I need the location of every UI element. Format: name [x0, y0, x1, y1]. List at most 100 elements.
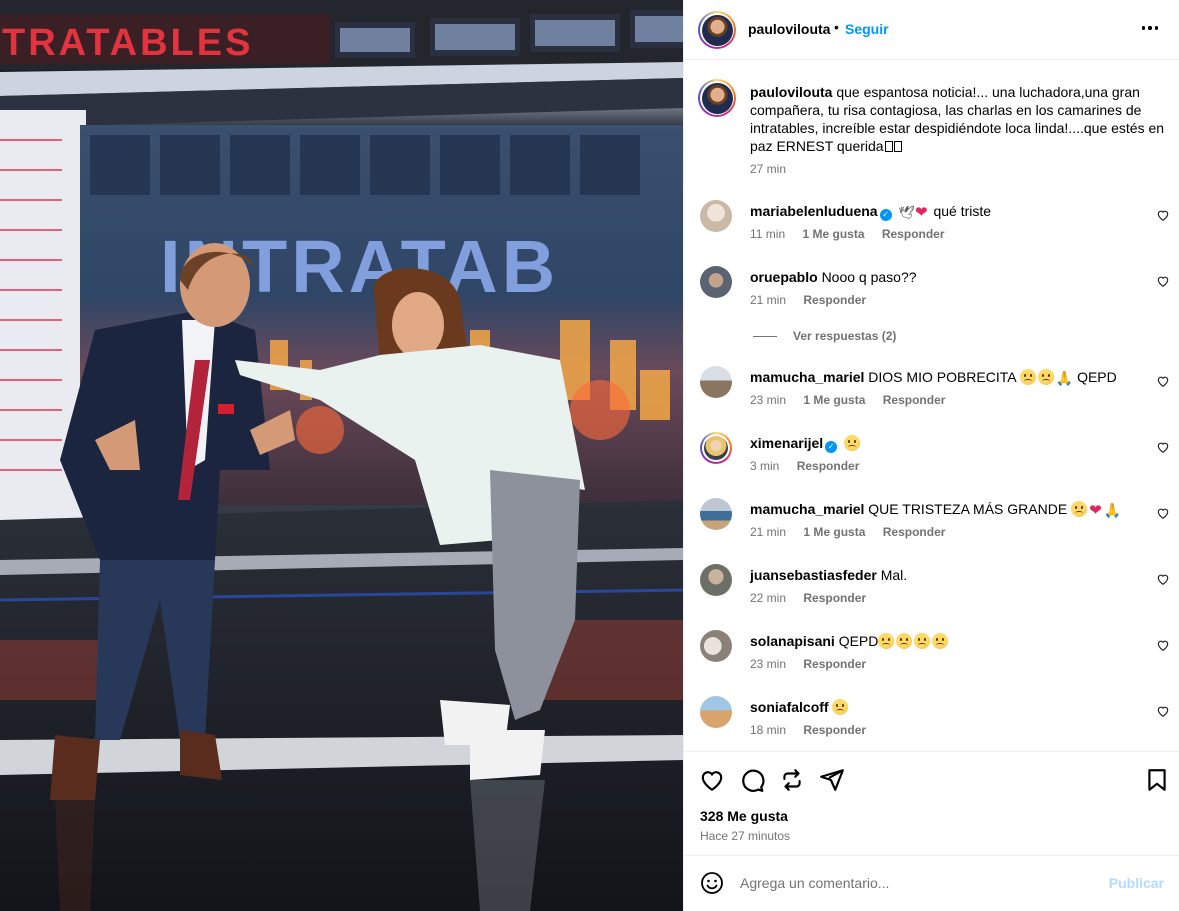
- commenter-avatar[interactable]: [700, 432, 732, 464]
- comment-icon[interactable]: [739, 767, 765, 793]
- like-comment-icon[interactable]: [1156, 440, 1170, 454]
- add-comment-bar: Publicar: [684, 855, 1179, 911]
- reply-button[interactable]: Responder: [883, 393, 946, 407]
- commenter-avatar[interactable]: [700, 564, 732, 596]
- publish-button[interactable]: Publicar: [1109, 875, 1164, 891]
- reply-button[interactable]: Responder: [803, 657, 866, 671]
- sad-emoji-icon: [878, 633, 895, 649]
- post-header: paulovilouta • Seguir: [684, 0, 1179, 60]
- verified-badge-icon: ✓: [825, 441, 838, 453]
- reply-button[interactable]: Responder: [803, 293, 866, 307]
- comment-username[interactable]: juansebastiasfeder: [750, 567, 877, 583]
- comment-line: solanapisani QEPD: [750, 632, 950, 650]
- comment-text: DIOS MIO POBRECITA: [868, 369, 1016, 385]
- caption-avatar[interactable]: [698, 79, 736, 117]
- comment-username[interactable]: oruepablo: [750, 269, 818, 285]
- comment-likes[interactable]: 1 Me gusta: [802, 227, 864, 241]
- comment-text: Mal.: [880, 567, 908, 583]
- commenter-avatar[interactable]: [700, 200, 732, 232]
- caption-username[interactable]: paulovilouta: [750, 84, 832, 100]
- comment-time: 11 min: [750, 227, 786, 241]
- add-comment-input[interactable]: [740, 870, 1100, 896]
- comment-row: soniafalcoff 18 min Responder: [700, 696, 1170, 746]
- follow-button[interactable]: Seguir: [845, 21, 889, 37]
- comment-text: Nooo q paso??: [821, 269, 917, 285]
- author-avatar[interactable]: [698, 11, 736, 49]
- comment-meta: 21 min Responder: [750, 293, 880, 307]
- dove-emoji-icon: 🕊: [898, 205, 915, 220]
- like-comment-icon[interactable]: [1156, 572, 1170, 586]
- repost-icon[interactable]: [779, 767, 805, 793]
- comment-time: 22 min: [750, 591, 787, 605]
- commenter-avatar[interactable]: [700, 366, 732, 398]
- author-username[interactable]: paulovilouta: [748, 21, 830, 37]
- view-replies-button[interactable]: Ver respuestas (2): [753, 329, 896, 343]
- like-comment-icon[interactable]: [1156, 704, 1170, 718]
- comment-text: qué triste: [933, 203, 992, 219]
- sad-emoji-icon: [896, 633, 913, 649]
- reply-button[interactable]: Responder: [803, 723, 866, 737]
- comment-line: mamucha_mariel DIOS MIO POBRECITA 🙏 QEPD: [750, 368, 1117, 387]
- commenter-avatar[interactable]: [700, 696, 732, 728]
- comment-line: oruepablo Nooo q paso??: [750, 268, 917, 286]
- comment-time: 3 min: [750, 459, 780, 473]
- share-icon[interactable]: [819, 767, 845, 793]
- reply-button[interactable]: Responder: [883, 525, 946, 539]
- comment-username[interactable]: solanapisani: [750, 633, 835, 649]
- likes-count[interactable]: 328 Me gusta: [700, 808, 788, 824]
- reply-button[interactable]: Responder: [797, 459, 860, 473]
- emoji-picker-icon[interactable]: [700, 871, 724, 895]
- studio-sign-text: TRATABLES: [2, 22, 253, 64]
- like-comment-icon[interactable]: [1156, 274, 1170, 288]
- comment-time: 18 min: [750, 723, 787, 737]
- like-comment-icon[interactable]: [1156, 506, 1170, 520]
- heart-emoji-icon: ❤: [1089, 502, 1102, 519]
- comment-username[interactable]: mamucha_mariel: [750, 501, 864, 517]
- comment-line: mariabelenluduena ✓ 🕊❤ qué triste: [750, 202, 991, 222]
- comment-username[interactable]: soniafalcoff: [750, 699, 829, 715]
- sad-emoji-icon: [832, 699, 849, 715]
- post-photo[interactable]: TRATABLES INTRATAB: [0, 0, 683, 911]
- comment-username[interactable]: mamucha_mariel: [750, 369, 864, 385]
- comments-list[interactable]: paulovilouta que espantosa noticia!... u…: [684, 61, 1179, 751]
- comment-row: mamucha_mariel QUE TRISTEZA MÁS GRANDE ❤…: [700, 498, 1170, 548]
- sad-emoji-icon: [1019, 369, 1036, 385]
- commenter-avatar[interactable]: [700, 630, 732, 662]
- comment-username[interactable]: ximenarijel: [750, 435, 823, 451]
- comment-suffix: QEPD: [1077, 369, 1117, 385]
- comment-row: oruepablo Nooo q paso?? 21 min Responder: [700, 266, 1170, 316]
- comment-line: juansebastiasfeder Mal.: [750, 566, 907, 584]
- comment-row: solanapisani QEPD 23 min Responder: [700, 630, 1170, 680]
- comment-line: ximenarijel ✓: [750, 434, 862, 453]
- comment-line: mamucha_mariel QUE TRISTEZA MÁS GRANDE ❤…: [750, 500, 1121, 520]
- comment-time: 21 min: [750, 525, 787, 539]
- comment-time: 23 min: [750, 393, 787, 407]
- comment-username[interactable]: mariabelenluduena: [750, 203, 878, 219]
- commenter-avatar[interactable]: [700, 266, 732, 298]
- comment-row: mamucha_mariel DIOS MIO POBRECITA 🙏 QEPD…: [700, 366, 1170, 416]
- comment-meta: 23 min Responder: [750, 657, 880, 671]
- commenter-avatar[interactable]: [700, 498, 732, 530]
- caption-timestamp: 27 min: [750, 162, 787, 176]
- emoji-placeholder-icon: [884, 141, 893, 152]
- like-comment-icon[interactable]: [1156, 208, 1170, 222]
- comment-meta: 3 min Responder: [750, 459, 873, 473]
- more-options-icon[interactable]: [1136, 16, 1164, 40]
- like-comment-icon[interactable]: [1156, 374, 1170, 388]
- reply-button[interactable]: Responder: [882, 227, 945, 241]
- like-comment-icon[interactable]: [1156, 638, 1170, 652]
- like-icon[interactable]: [699, 767, 725, 793]
- comment-likes[interactable]: 1 Me gusta: [803, 393, 865, 407]
- comment-line: soniafalcoff: [750, 698, 850, 716]
- comment-row: mariabelenluduena ✓ 🕊❤ qué triste 11 min …: [700, 200, 1170, 250]
- comment-time: 23 min: [750, 657, 787, 671]
- pray-emoji-icon: 🙏: [1055, 370, 1074, 386]
- comment-likes[interactable]: 1 Me gusta: [803, 525, 865, 539]
- comment-meta: 23 min 1 Me gusta Responder: [750, 393, 959, 407]
- emoji-placeholder-icon: [893, 141, 902, 152]
- heart-emoji-icon: ❤: [915, 204, 928, 221]
- save-bookmark-icon[interactable]: [1144, 767, 1170, 793]
- reply-button[interactable]: Responder: [803, 591, 866, 605]
- studio-scene: TRATABLES INTRATAB: [0, 0, 683, 911]
- comment-text: QUE TRISTEZA MÁS GRANDE: [868, 501, 1068, 517]
